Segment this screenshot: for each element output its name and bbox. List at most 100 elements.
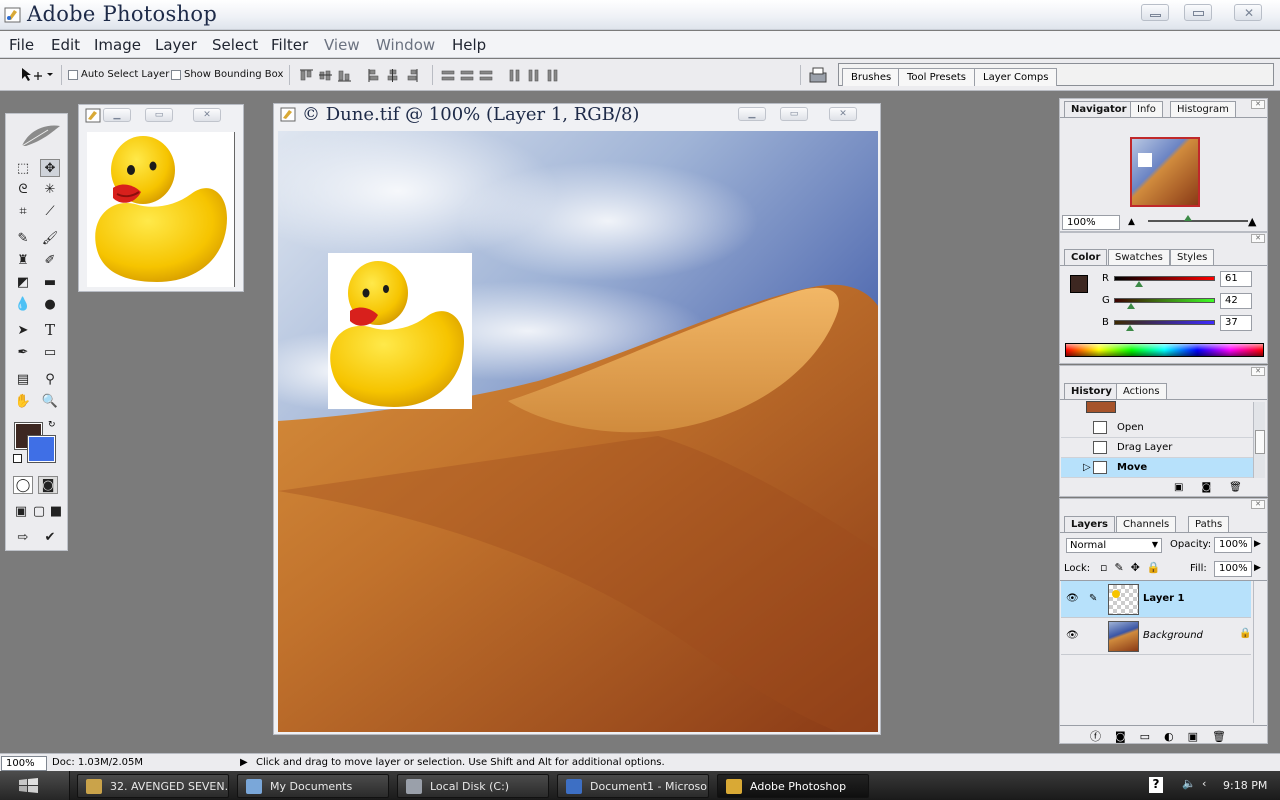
task-local-disk[interactable]: Local Disk (C:)	[397, 774, 549, 798]
menu-layer[interactable]: Layer	[155, 36, 197, 54]
hand-tool-icon[interactable]: ✋	[13, 392, 33, 410]
jump-to-imageready-icon[interactable]: ⇨	[13, 528, 33, 546]
dodge-tool-icon[interactable]: ●	[40, 295, 60, 313]
history-item-drag-layer[interactable]: Drag Layer	[1061, 438, 1253, 458]
history-scrollbar[interactable]	[1253, 402, 1265, 478]
lasso-tool-icon[interactable]: ᘓ	[13, 180, 33, 198]
tab-styles[interactable]: Styles	[1170, 249, 1215, 265]
duck-document-window[interactable]: ▁ ▭ ✕	[78, 104, 244, 292]
menu-view[interactable]: View	[324, 36, 360, 54]
background-color-swatch[interactable]	[27, 435, 56, 463]
pen-tool-icon[interactable]: ✒	[13, 343, 33, 361]
menu-select[interactable]: Select	[212, 36, 258, 54]
channel-r-handle[interactable]	[1135, 281, 1143, 287]
file-browser-icon[interactable]	[808, 66, 828, 84]
slice-tool-icon[interactable]: ⟋	[40, 202, 60, 220]
type-tool-icon[interactable]: T	[40, 321, 60, 339]
fill-arrow-icon[interactable]: ▶	[1254, 563, 1261, 573]
task-word-document[interactable]: Document1 - Microso...	[557, 774, 709, 798]
layer-name[interactable]: Background	[1143, 630, 1203, 641]
well-tab-layer-comps[interactable]: Layer Comps	[974, 68, 1058, 86]
eyedropper-tool-icon[interactable]: ⚲	[40, 370, 60, 388]
history-scroll-thumb[interactable]	[1255, 430, 1265, 454]
tab-histogram[interactable]: Histogram	[1170, 101, 1236, 117]
menu-file[interactable]: File	[9, 36, 34, 54]
channel-g-value[interactable]: 42	[1220, 293, 1252, 309]
navigator-thumbnail[interactable]	[1130, 137, 1200, 207]
magic-wand-tool-icon[interactable]: ✳	[40, 180, 60, 198]
notes-tool-icon[interactable]: ▤	[13, 370, 33, 388]
history-snapshot-thumbnail[interactable]	[1086, 401, 1116, 413]
move-tool-icon[interactable]: ✥	[40, 159, 60, 177]
clock[interactable]: 9:18 PM	[1223, 779, 1267, 792]
layer-row-layer-1[interactable]: 👁 ✎ Layer 1	[1061, 581, 1251, 618]
opacity-field[interactable]: 100%	[1214, 537, 1252, 553]
task-my-documents[interactable]: My Documents	[237, 774, 389, 798]
color-close-icon[interactable]: ✕	[1251, 234, 1265, 243]
tab-paths[interactable]: Paths	[1188, 516, 1230, 532]
well-tab-brushes[interactable]: Brushes	[842, 68, 901, 86]
quick-mask-mode-icon[interactable]: ◙	[38, 476, 58, 494]
gradient-tool-icon[interactable]: ▬	[40, 273, 60, 291]
bounding-box-box[interactable]	[171, 69, 181, 80]
lock-buttons[interactable]: ▫✎✥🔒	[1100, 561, 1200, 574]
volume-icon[interactable]: 🔈	[1182, 777, 1196, 790]
well-tab-tool-presets[interactable]: Tool Presets	[898, 68, 975, 86]
menu-edit[interactable]: Edit	[51, 36, 80, 54]
status-zoom-field[interactable]: 100%	[1, 756, 47, 771]
move-tool-preset-icon[interactable]	[20, 67, 54, 83]
tab-layers[interactable]: Layers	[1064, 516, 1115, 532]
history-brush-tool-icon[interactable]: ✐	[40, 251, 60, 269]
screen-mode-full-icon[interactable]: ■	[46, 502, 66, 520]
menu-help[interactable]: Help	[452, 36, 486, 54]
zoom-slider-handle[interactable]	[1184, 215, 1192, 221]
zoom-in-icon[interactable]: ▲	[1248, 215, 1256, 228]
fill-field[interactable]: 100%	[1214, 561, 1252, 577]
rectangle-tool-icon[interactable]: ▭	[40, 343, 60, 361]
menu-image[interactable]: Image	[94, 36, 141, 54]
menu-window[interactable]: Window	[376, 36, 435, 54]
crop-tool-icon[interactable]: ⌗	[13, 202, 33, 220]
marquee-tool-icon[interactable]: ⬚	[13, 159, 33, 177]
tab-navigator[interactable]: Navigator	[1064, 101, 1134, 117]
zoom-slider[interactable]	[1148, 220, 1248, 222]
restore-button[interactable]	[1184, 4, 1212, 21]
zoom-tool-icon[interactable]: 🔍	[40, 392, 60, 410]
align-left-buttons-icon[interactable]	[368, 69, 424, 82]
dune-window-minimize-button[interactable]: ▁	[738, 107, 766, 121]
layers-footer-buttons[interactable]: ⓕ◙▭◐▣🗑	[1090, 728, 1240, 744]
standard-mode-icon[interactable]: ◯	[13, 476, 33, 494]
tab-channels[interactable]: Channels	[1116, 516, 1177, 532]
blur-tool-icon[interactable]: 💧	[13, 295, 33, 313]
menu-filter[interactable]: Filter	[271, 36, 308, 54]
layer-name[interactable]: Layer 1	[1143, 593, 1184, 604]
bounding-box-checkbox[interactable]: Show Bounding Box	[171, 69, 283, 80]
doc-info[interactable]: Doc: 1.03M/2.05M	[52, 757, 143, 768]
layers-scrollbar[interactable]	[1253, 581, 1265, 723]
history-close-icon[interactable]: ✕	[1251, 367, 1265, 376]
tab-color[interactable]: Color	[1064, 249, 1108, 265]
distribute-horizontal-buttons-icon[interactable]	[508, 69, 564, 82]
layer-row-background[interactable]: 👁 Background 🔒	[1061, 618, 1251, 655]
minimize-button[interactable]	[1141, 4, 1169, 21]
eye-icon[interactable]: 👁	[1066, 630, 1079, 641]
tab-info[interactable]: Info	[1130, 101, 1163, 117]
auto-select-checkbox[interactable]: Auto Select Layer	[68, 69, 169, 80]
tab-history[interactable]: History	[1064, 383, 1119, 399]
dune-window-close-button[interactable]: ✕	[829, 107, 857, 121]
color-ramp[interactable]	[1065, 343, 1264, 357]
default-colors-icon[interactable]	[13, 454, 22, 463]
channel-b-value[interactable]: 37	[1220, 315, 1252, 331]
start-button[interactable]	[0, 771, 70, 800]
duck-canvas[interactable]	[87, 132, 235, 287]
channel-r-value[interactable]: 61	[1220, 271, 1252, 287]
duck-window-restore-button[interactable]: ▭	[145, 108, 173, 122]
color-foreground-swatch[interactable]	[1070, 275, 1088, 293]
history-item-move[interactable]: ▷ Move	[1061, 458, 1253, 478]
status-arrow-icon[interactable]: ▶	[240, 757, 248, 768]
distribute-vertical-buttons-icon[interactable]	[441, 69, 497, 82]
feather-logo-icon[interactable]	[18, 120, 62, 150]
navigator-zoom-field[interactable]: 100%	[1062, 215, 1120, 230]
healing-brush-tool-icon[interactable]: ✎	[13, 229, 33, 247]
dune-canvas[interactable]	[278, 131, 878, 732]
